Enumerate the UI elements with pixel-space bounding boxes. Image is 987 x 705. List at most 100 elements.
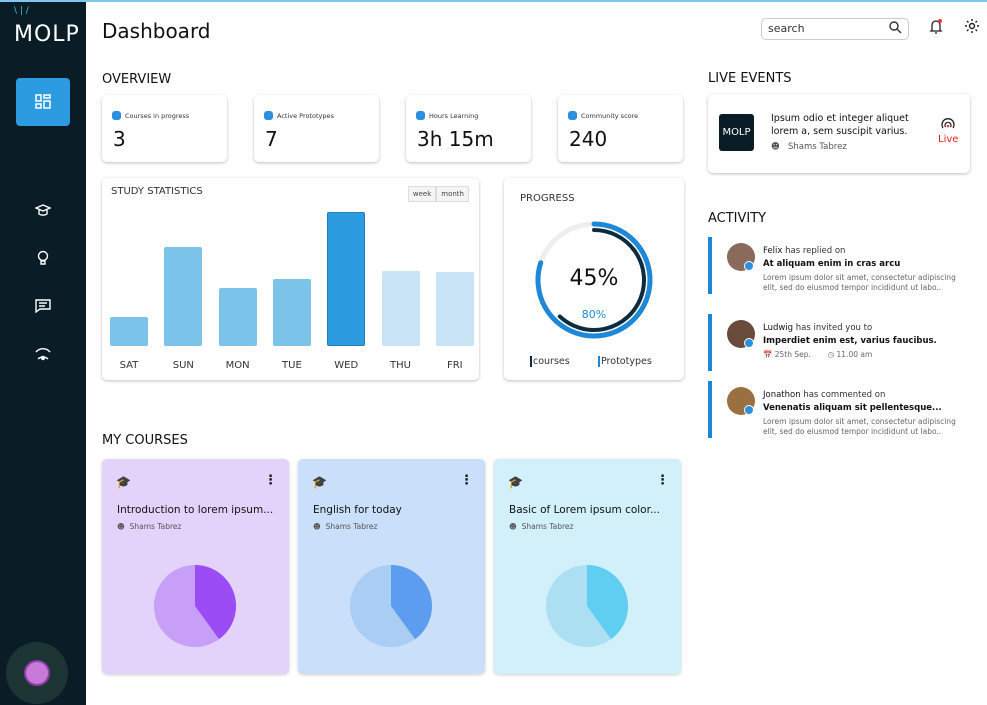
sidebar-item-messages[interactable]: [28, 294, 58, 318]
graduation-cap-icon: 🎓: [312, 475, 327, 489]
sidebar-item-courses[interactable]: [28, 198, 58, 222]
month-toggle[interactable]: month: [436, 186, 469, 202]
person-icon: ☻: [509, 522, 517, 531]
event-author: Shams Tabrez: [787, 142, 847, 152]
activity-body: Lorem ipsum dolor sit amet, consectetur …: [763, 273, 956, 292]
activity-subject: At aliquam enim in cras arcu: [763, 259, 901, 269]
activity-user: Felix: [763, 246, 783, 256]
sidebar-item-live[interactable]: [28, 342, 58, 366]
person-icon: ☻: [313, 522, 321, 531]
course-author: Shams Tabrez: [521, 522, 574, 531]
activity-type-icon: [744, 405, 754, 415]
bar-sun[interactable]: [164, 247, 203, 346]
activity-subject: Venenatis aliquam sit pellentesque...: [763, 403, 942, 413]
event-text: Ipsum odio et integer aliquet lorem a, s…: [771, 113, 909, 137]
live-status: Live: [938, 134, 959, 145]
stat-value: 7: [265, 127, 278, 151]
course-progress-pie: [546, 565, 628, 647]
activity-user: Jonathon: [763, 390, 801, 400]
stat-value: 3h 15m: [417, 127, 494, 151]
activity-subject: Imperdiet enim est, varius faucibus.: [763, 336, 937, 346]
day-label: TUE: [282, 360, 302, 371]
top-accent-line: [0, 0, 987, 2]
course-author: Shams Tabrez: [325, 522, 378, 531]
study-statistics-card: STUDY STATISTICS week month SAT SUN MON TUE W…: [102, 178, 479, 380]
course-title: Basic of Lorem ipsum color...: [509, 504, 660, 516]
day-label: MON: [225, 360, 250, 371]
stat-value: 3: [113, 127, 126, 151]
course-title: English for today: [313, 504, 402, 516]
activity-action: has replied on: [785, 246, 846, 256]
stat-card: Hours Learning 3h 15m: [406, 95, 531, 162]
stat-card: Community score 240: [558, 95, 683, 162]
search-placeholder: search: [768, 22, 805, 35]
day-label: SUN: [172, 360, 194, 371]
progress-sub-value: 80%: [581, 308, 607, 321]
stat-card: Courses in progress 3: [102, 95, 227, 162]
clock-icon: ◷: [827, 350, 835, 359]
bar-tue[interactable]: [272, 279, 311, 346]
person-icon: ☻: [117, 522, 125, 531]
day-label: SAT: [119, 360, 139, 371]
logo-rays-icon: \ | /: [14, 6, 29, 16]
week-toggle[interactable]: week: [407, 186, 437, 202]
event-thumbnail: MOLP: [719, 114, 754, 151]
courses-icon: [112, 111, 121, 120]
legend-courses: courses: [530, 356, 570, 367]
lightbulb-icon: [37, 250, 49, 265]
bar-sat[interactable]: [110, 317, 148, 346]
stat-label: Community score: [581, 111, 639, 120]
more-menu-icon[interactable]: ⋮: [264, 473, 277, 488]
bar-mon[interactable]: [218, 288, 257, 346]
course-card[interactable]: 🎓 ⋮ Introduction to lorem ipsum... ☻ Shams …: [102, 459, 289, 674]
search-icon[interactable]: [888, 20, 902, 34]
activity-body: Lorem ipsum dolor sit amet, consectetur …: [763, 417, 956, 436]
clock-icon: [416, 111, 425, 120]
progress-center-value: 45%: [569, 266, 619, 291]
stat-label: Courses in progress: [125, 111, 190, 120]
live-event-card[interactable]: MOLP Ipsum odio et integer aliquet lorem…: [708, 94, 970, 173]
user-avatar[interactable]: [6, 642, 68, 704]
activity-title: ACTIVITY: [708, 211, 767, 226]
stat-value: 240: [569, 127, 608, 151]
my-courses-title: MY COURSES: [102, 433, 188, 448]
activity-item[interactable]: Ludwig has invited you to Imperdiet enim …: [708, 314, 978, 371]
overview-title: OVERVIEW: [102, 72, 172, 87]
activity-date: 25th Sep.: [774, 350, 811, 359]
more-menu-icon[interactable]: ⋮: [656, 473, 669, 488]
course-title: Introduction to lorem ipsum...: [117, 504, 274, 516]
live-events-title: LIVE EVENTS: [708, 71, 792, 86]
bar-thu[interactable]: [381, 271, 420, 346]
course-card[interactable]: 🎓 ⋮ English for today ☻ Shams Tabrez: [298, 459, 485, 674]
sidebar-item-dashboard[interactable]: [16, 78, 70, 126]
flag-icon: [568, 111, 577, 120]
activity-user: Ludwig: [763, 323, 794, 333]
bell-icon[interactable]: [929, 18, 943, 34]
day-label: THU: [390, 360, 411, 371]
activity-action: has commented on: [803, 390, 886, 400]
person-icon: ☻: [771, 142, 780, 152]
course-author: Shams Tabrez: [129, 522, 182, 531]
gear-icon[interactable]: [964, 18, 980, 34]
bar-fri[interactable]: [435, 272, 474, 346]
stat-card: Active Prototypes 7: [254, 95, 379, 162]
graduation-cap-icon: 🎓: [508, 475, 523, 489]
progress-title: PROGRESS: [520, 193, 575, 204]
course-card[interactable]: 🎓 ⋮ Basic of Lorem ipsum color... ☻ Shams T…: [494, 459, 681, 674]
more-menu-icon[interactable]: ⋮: [460, 473, 473, 488]
legend-prototypes: Prototypes: [598, 356, 652, 367]
activity-item[interactable]: Felix has replied on At aliquam enim in c…: [708, 237, 978, 294]
broadcast-icon: [35, 348, 51, 361]
day-label: FRI: [446, 360, 463, 371]
stat-label: Active Prototypes: [277, 111, 334, 120]
graduation-cap-icon: 🎓: [116, 475, 131, 489]
bar-wed[interactable]: [327, 212, 366, 346]
day-label: WED: [334, 360, 359, 371]
calendar-icon: 📅: [763, 350, 773, 359]
activity-item[interactable]: Jonathon has commented on Venenatis aliqu…: [708, 381, 978, 438]
activity-type-icon: [744, 261, 754, 271]
course-progress-pie: [350, 565, 432, 647]
sidebar-item-ideas[interactable]: [28, 246, 58, 270]
search-input[interactable]: search: [761, 18, 909, 40]
page-title: Dashboard: [102, 19, 211, 43]
